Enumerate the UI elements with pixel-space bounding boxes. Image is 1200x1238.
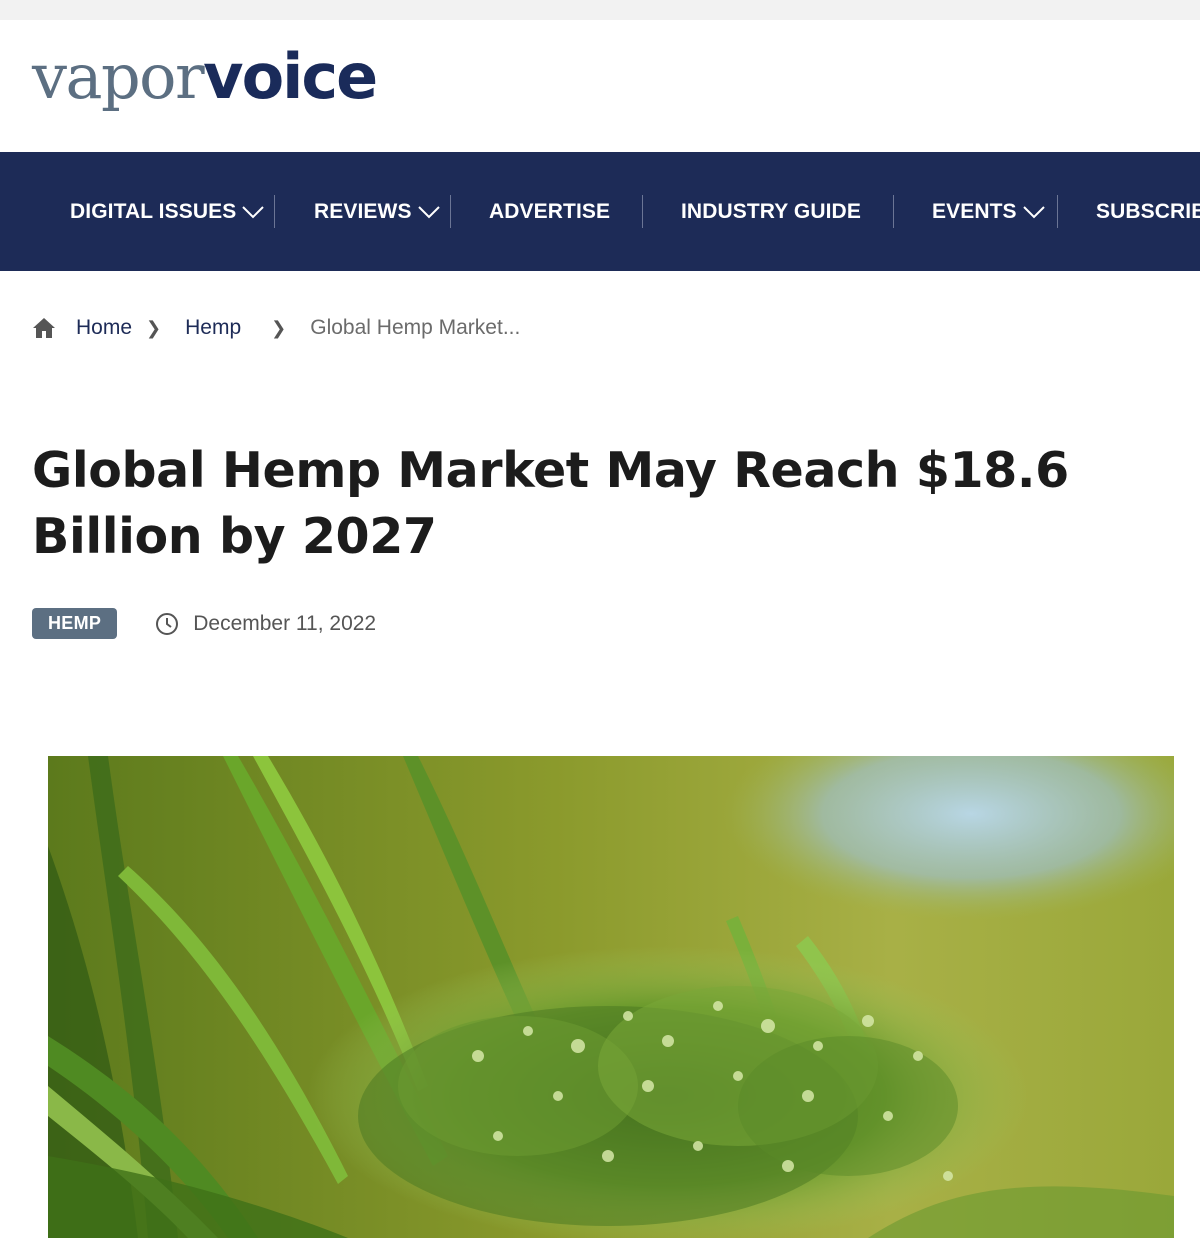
nav-label: EVENTS xyxy=(932,199,1017,223)
logo-voice-text: voice xyxy=(203,40,378,113)
site-logo[interactable]: vaporvoice xyxy=(32,46,378,126)
article-meta: HEMP December 11, 2022 xyxy=(32,608,376,639)
category-tag[interactable]: HEMP xyxy=(32,608,118,639)
chevron-right-icon: ❯ xyxy=(271,317,287,338)
home-icon[interactable] xyxy=(32,317,56,339)
chevron-down-icon xyxy=(417,205,440,218)
nav-divider xyxy=(1057,195,1058,228)
hemp-plant-photo xyxy=(48,756,1174,1238)
nav-digital-issues[interactable]: DIGITAL ISSUES xyxy=(70,152,265,271)
chevron-right-icon: ❯ xyxy=(146,317,162,338)
chevron-down-icon xyxy=(242,205,265,218)
breadcrumb-home[interactable]: Home xyxy=(76,316,132,340)
breadcrumb-current: Global Hemp Market... xyxy=(310,316,521,339)
nav-divider xyxy=(893,195,894,228)
nav-industry-guide[interactable]: INDUSTRY GUIDE xyxy=(681,152,861,271)
nav-subscribe[interactable]: SUBSCRIB xyxy=(1096,152,1200,271)
clock-icon xyxy=(156,612,179,635)
nav-advertise[interactable]: ADVERTISE xyxy=(489,152,610,271)
hero-image xyxy=(48,756,1174,1238)
publish-date: December 11, 2022 xyxy=(193,611,377,635)
nav-label: INDUSTRY GUIDE xyxy=(681,199,861,223)
nav-label: DIGITAL ISSUES xyxy=(70,199,237,223)
nav-events[interactable]: EVENTS xyxy=(932,152,1045,271)
nav-reviews[interactable]: REVIEWS xyxy=(314,152,440,271)
nav-label: ADVERTISE xyxy=(489,199,611,223)
article-title: Global Hemp Market May Reach $18.6 Billi… xyxy=(32,442,1069,565)
main-nav: DIGITAL ISSUES REVIEWS ADVERTISE INDUSTR… xyxy=(0,152,1200,271)
nav-label: SUBSCRIB xyxy=(1096,199,1200,223)
logo-vapor-text: vapor xyxy=(32,40,205,113)
nav-divider xyxy=(642,195,643,228)
top-strip xyxy=(0,0,1200,20)
nav-label: REVIEWS xyxy=(314,199,412,223)
nav-divider xyxy=(274,195,275,228)
chevron-down-icon xyxy=(1022,205,1045,218)
breadcrumb: Home ❯ Hemp ❯ Global Hemp Market... xyxy=(32,312,520,344)
nav-divider xyxy=(450,195,451,228)
breadcrumb-hemp[interactable]: Hemp xyxy=(185,316,241,340)
